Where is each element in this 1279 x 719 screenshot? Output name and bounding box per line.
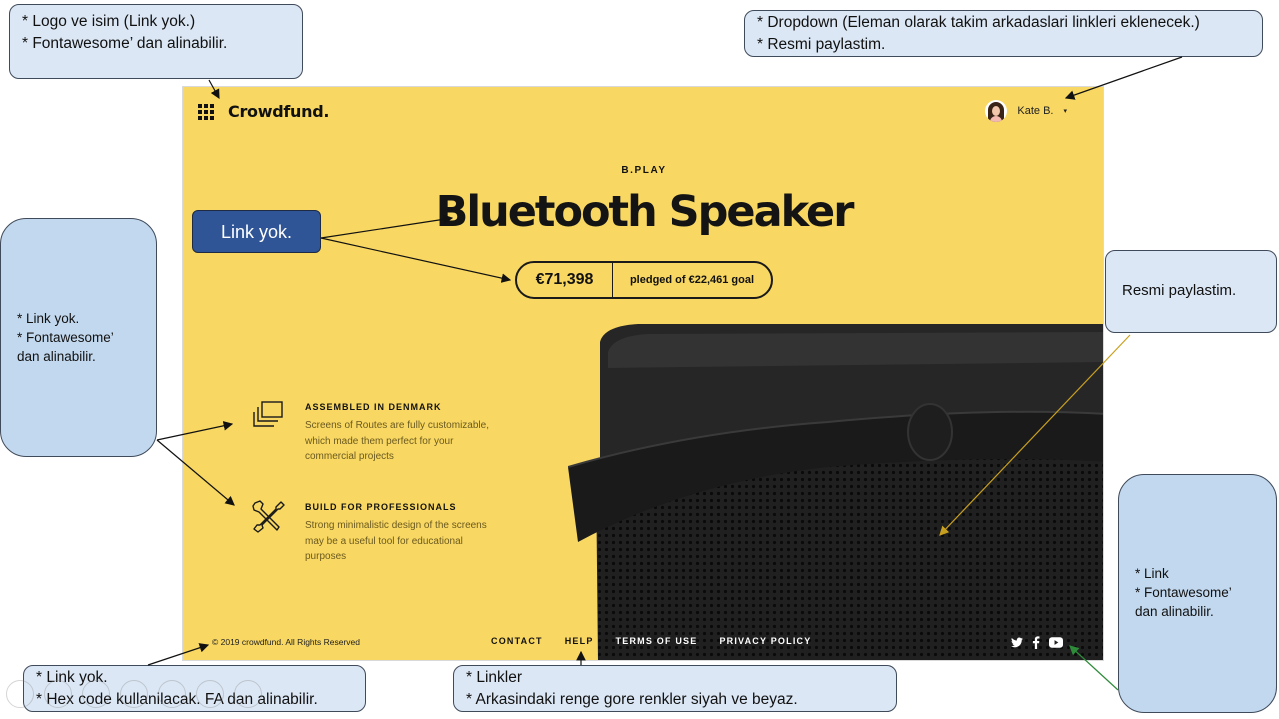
feature-title: BUILD FOR PROFESSIONALS xyxy=(305,502,457,512)
copyright: © 2019 crowdfund. All Rights Reserved xyxy=(212,637,361,647)
avatar xyxy=(985,100,1008,122)
pledge-goal: pledged of €22,461 goal xyxy=(629,274,755,286)
footer-links-annotation: * Linkler * Arkasindaki renge gore renkl… xyxy=(453,665,897,712)
logo-text: Crowdfund. xyxy=(228,102,330,121)
image-annotation: Resmi paylastim. xyxy=(1105,250,1277,333)
landing-page-mockup: Crowdfund. Kate B. ▾ B.PLAY Bluetooth Sp… xyxy=(182,86,1104,661)
social-links xyxy=(1011,636,1063,649)
pledge-pill: €71,398 pledged of €22,461 goal xyxy=(515,261,773,299)
feature-title: ASSEMBLED IN DENMARK xyxy=(305,402,442,412)
slide: Crowdfund. Kate B. ▾ B.PLAY Bluetooth Sp… xyxy=(0,0,1279,719)
footer-link-terms[interactable]: TERMS OF USE xyxy=(616,636,698,646)
dropdown-annotation: * Dropdown (Eleman olarak takim arkadasl… xyxy=(744,10,1263,57)
speaker-image xyxy=(568,324,1103,660)
footer-link-privacy[interactable]: PRIVACY POLICY xyxy=(719,636,811,646)
title-annotation: Link yok. xyxy=(192,210,321,253)
caret-down-icon: ▾ xyxy=(1063,108,1067,115)
feature-item: BUILD FOR PROFESSIONALS Strong minimalis… xyxy=(251,499,500,565)
youtube-icon[interactable] xyxy=(1049,637,1063,648)
brand-label: B.PLAY xyxy=(621,165,667,176)
facebook-icon[interactable] xyxy=(1032,636,1040,649)
user-dropdown[interactable]: Kate B. ▾ xyxy=(985,100,1067,122)
stacked-squares-icon xyxy=(253,401,283,427)
social-annotation: * Link * Fontawesome’ dan alinabilir. xyxy=(1118,474,1277,713)
footer-link-contact[interactable]: CONTACT xyxy=(491,636,543,646)
logo: Crowdfund. xyxy=(198,102,329,121)
grid-icon xyxy=(198,103,214,120)
logo-annotation: * Logo ve isim (Link yok.) * Fontawesome… xyxy=(9,4,303,79)
wrench-screwdriver-icon xyxy=(252,500,285,533)
feature-text: Strong minimalistic design of the screen… xyxy=(305,520,487,562)
slideshow-controls xyxy=(6,680,262,708)
features-annotation: * Link yok. * Fontawesome’ dan alinabili… xyxy=(0,218,157,457)
feature-text: Screens of Routes are fully customizable… xyxy=(305,420,489,462)
pledge-amount: €71,398 xyxy=(517,263,613,297)
user-name: Kate B. xyxy=(1017,105,1054,117)
feature-item: ASSEMBLED IN DENMARK Screens of Routes a… xyxy=(251,399,500,465)
twitter-icon[interactable] xyxy=(1011,637,1023,648)
footer-link-help[interactable]: HELP xyxy=(565,636,594,646)
footer-nav: CONTACT HELP TERMS OF USE PRIVACY POLICY xyxy=(491,636,833,646)
page-title: Bluetooth Speaker xyxy=(435,187,855,237)
